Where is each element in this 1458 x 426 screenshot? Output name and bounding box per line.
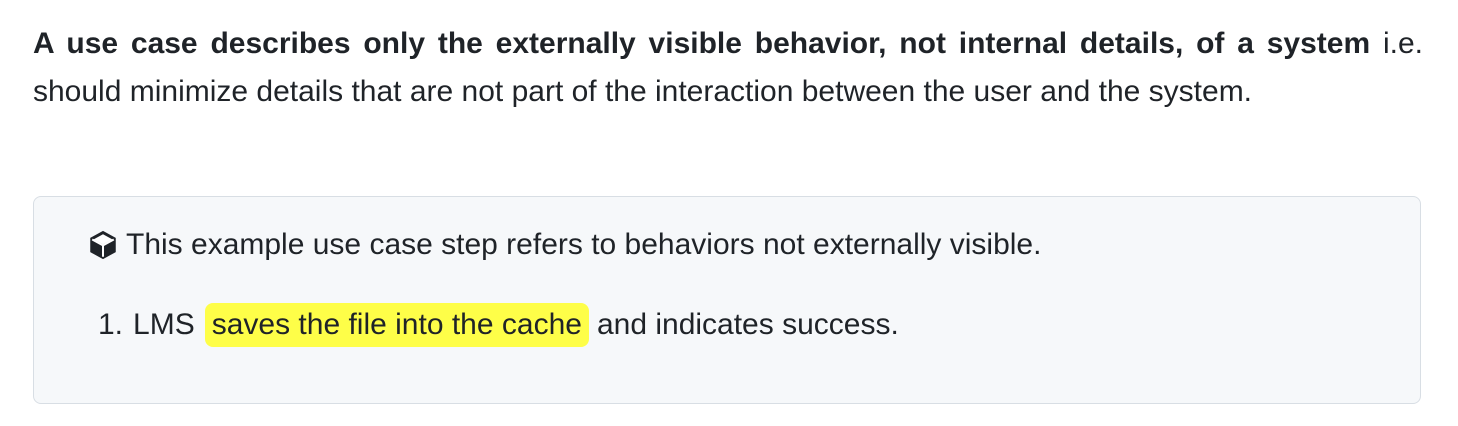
example-box: This example use case step refers to beh… xyxy=(33,196,1421,404)
intro-paragraph: A use case describes only the externally… xyxy=(33,20,1423,116)
intro-bold-text: A use case describes only the externally… xyxy=(33,27,1371,60)
step-text-before: LMS xyxy=(133,308,195,341)
cube-icon xyxy=(86,228,120,262)
example-heading: This example use case step refers to beh… xyxy=(86,223,1041,267)
step-text-after: and indicates success. xyxy=(596,308,899,341)
step-list: 1. LMS saves the file into the cache and… xyxy=(98,303,899,347)
highlighted-phrase: saves the file into the cache xyxy=(204,303,589,347)
list-item: 1. LMS saves the file into the cache and… xyxy=(98,303,899,347)
example-heading-text: This example use case step refers to beh… xyxy=(126,228,1042,261)
step-number: 1. xyxy=(98,308,124,341)
